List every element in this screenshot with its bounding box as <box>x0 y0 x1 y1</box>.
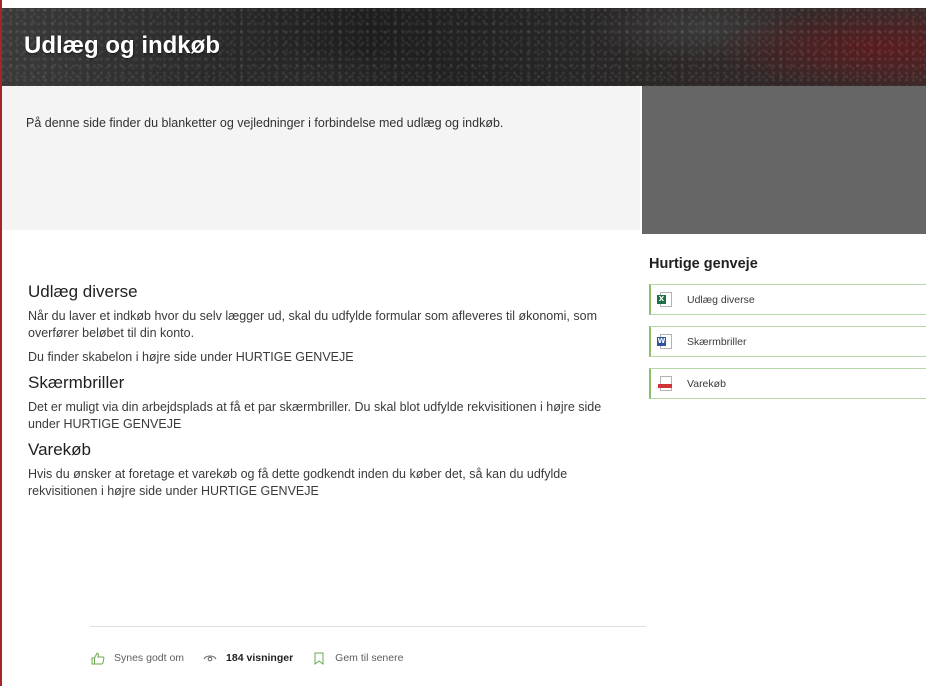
page-title: Udlæg og indkøb <box>24 32 220 59</box>
intro-panel: På denne side finder du blanketter og ve… <box>2 86 640 230</box>
views-label: 184 visninger <box>226 652 294 664</box>
views-counter: 184 visninger <box>202 651 293 665</box>
quick-links-panel: Hurtige genveje X Udlæg diverse W Skærmb… <box>649 256 926 410</box>
quick-link-varekoeb[interactable]: Varekøb <box>649 368 926 399</box>
section-paragraph: Det er muligt via din arbejdsplads at få… <box>28 400 602 431</box>
quick-links-heading: Hurtige genveje <box>649 256 758 272</box>
quick-link-label: Varekøb <box>687 377 726 390</box>
word-file-icon: W <box>657 333 673 350</box>
quick-link-label: Skærmbriller <box>687 335 747 348</box>
excel-file-icon: X <box>657 291 673 308</box>
hero-banner: Udlæg og indkøb <box>2 8 926 86</box>
quick-link-udlaeg-diverse[interactable]: X Udlæg diverse <box>649 284 926 315</box>
section-heading-udlaeg: Udlæg diverse <box>28 282 138 301</box>
pdf-file-icon <box>657 375 673 392</box>
section-heading-skaermbriller: Skærmbriller <box>28 373 125 392</box>
section-paragraph: Du finder skabelon i højre side under HU… <box>28 350 354 364</box>
like-label: Synes godt om <box>114 652 185 664</box>
quick-link-skaermbriller[interactable]: W Skærmbriller <box>649 326 926 357</box>
section-heading-varekoeb: Varekøb <box>28 440 91 459</box>
thumbs-up-icon <box>90 651 106 665</box>
section-paragraph: Hvis du ønsker at foretage et varekøb og… <box>28 467 568 498</box>
top-strip <box>2 0 926 8</box>
image-placeholder <box>642 86 926 234</box>
eye-icon <box>202 651 218 665</box>
page: Udlæg og indkøb På denne side finder du … <box>0 0 926 686</box>
footer-divider <box>90 626 646 627</box>
quick-link-label: Udlæg diverse <box>687 293 755 306</box>
intro-text: På denne side finder du blanketter og ve… <box>26 116 504 130</box>
like-button[interactable]: Synes godt om <box>90 651 184 665</box>
save-label: Gem til senere <box>335 652 404 664</box>
save-for-later-button[interactable]: Gem til senere <box>311 651 403 665</box>
page-footer: Synes godt om 184 visninger Gem til sene… <box>90 650 421 666</box>
main-content: Udlæg diverse Når du laver et indkøb hvo… <box>28 282 618 507</box>
bookmark-icon <box>311 651 327 665</box>
section-paragraph: Når du laver et indkøb hvor du selv lægg… <box>28 309 597 340</box>
